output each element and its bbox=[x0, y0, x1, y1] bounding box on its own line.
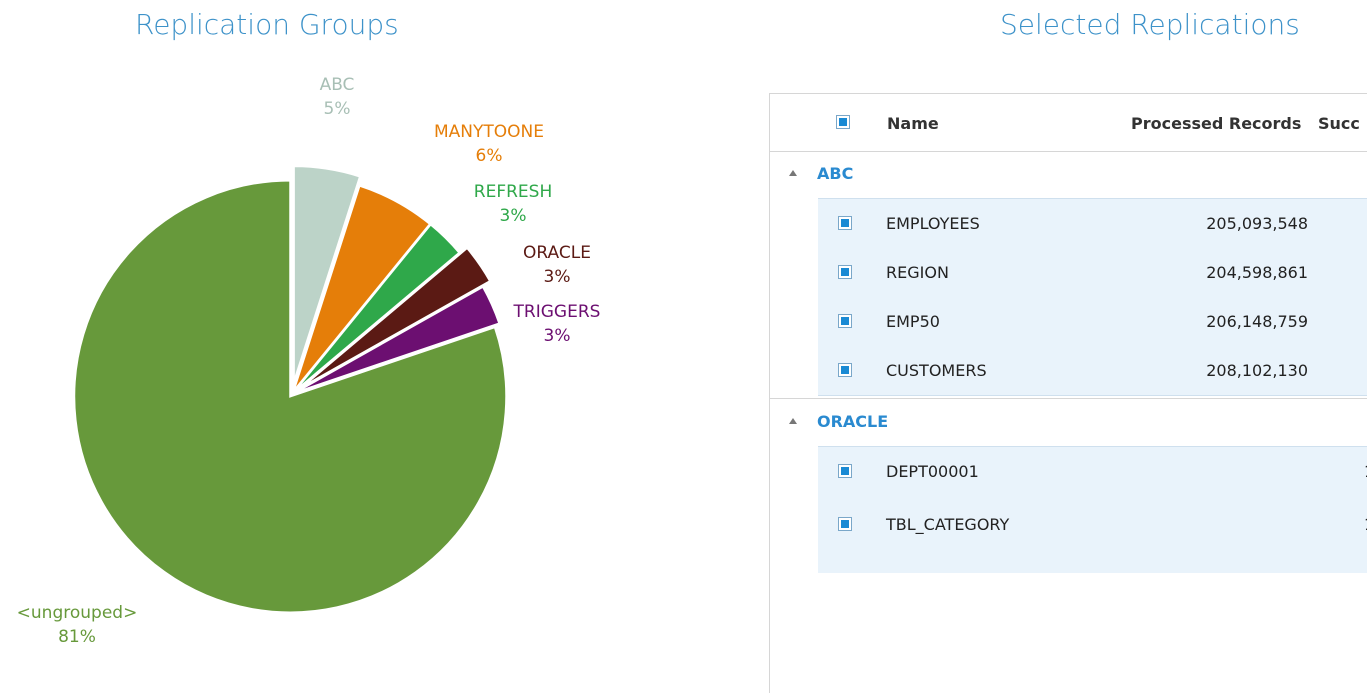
pie-label-name: ORACLE bbox=[523, 243, 591, 263]
pie-label-percent: 3% bbox=[544, 267, 571, 287]
table-row[interactable]: TBL_CATEGORY 1 bbox=[818, 500, 1367, 549]
row-processed-records: 204,598,861 bbox=[1206, 263, 1308, 282]
table-row[interactable]: REGION 204,598,861 bbox=[818, 248, 1367, 297]
pie-label-name: <ungrouped> bbox=[17, 603, 138, 623]
row-processed-records: 208,102,130 bbox=[1206, 361, 1308, 380]
row-name: REGION bbox=[886, 263, 949, 282]
row-processed-records: 206,148,759 bbox=[1206, 312, 1308, 331]
row-name: TBL_CATEGORY bbox=[886, 515, 1010, 534]
row-checkbox[interactable] bbox=[838, 216, 852, 230]
selected-replications-title: Selected Replications bbox=[1000, 8, 1300, 41]
table-row[interactable]: EMPLOYEES 205,093,548 bbox=[818, 199, 1367, 248]
replication-groups-pie-chart: ABC 5% MANYTOONE 6% REFRESH 3% ORACLE 3% TRIGGER… bbox=[17, 75, 601, 647]
column-header-name[interactable]: Name bbox=[887, 114, 939, 133]
table-row[interactable]: EMP50 206,148,759 bbox=[818, 297, 1367, 346]
column-header-processed-records[interactable]: Processed Records bbox=[1131, 114, 1301, 133]
table-row[interactable]: DEPT00001 1 bbox=[818, 447, 1367, 496]
pie-label-name: REFRESH bbox=[474, 182, 552, 202]
row-checkbox[interactable] bbox=[838, 265, 852, 279]
pie-label-percent: 81% bbox=[58, 627, 96, 647]
pie-label-percent: 3% bbox=[500, 206, 527, 226]
pie-label-percent: 3% bbox=[544, 326, 571, 346]
pie-label-name: ABC bbox=[320, 75, 355, 95]
row-checkbox[interactable] bbox=[838, 464, 852, 478]
column-header-succ[interactable]: Succ bbox=[1318, 114, 1360, 133]
collapse-triangle-icon[interactable] bbox=[789, 170, 797, 176]
row-name: EMPLOYEES bbox=[886, 214, 980, 233]
group-name: ABC bbox=[817, 164, 854, 183]
row-processed-records: 205,093,548 bbox=[1206, 214, 1308, 233]
row-name: EMP50 bbox=[886, 312, 940, 331]
pie-label-name: TRIGGERS bbox=[513, 302, 601, 322]
pie-label-percent: 6% bbox=[476, 146, 503, 166]
row-name: CUSTOMERS bbox=[886, 361, 987, 380]
group-body-abc: EMPLOYEES 205,093,548 REGION 204,598,861… bbox=[818, 198, 1367, 396]
pie-label-name: MANYTOONE bbox=[434, 122, 544, 142]
pie-label-percent: 5% bbox=[324, 99, 351, 119]
table-row[interactable]: CUSTOMERS 208,102,130 bbox=[818, 346, 1367, 395]
group-row-oracle[interactable]: ORACLE bbox=[770, 399, 1367, 445]
replications-grid: Name Processed Records Succ ABC EMPLOYEE… bbox=[769, 93, 1367, 693]
select-all-checkbox[interactable] bbox=[836, 115, 850, 129]
row-checkbox[interactable] bbox=[838, 517, 852, 531]
group-body-oracle: DEPT00001 1 TBL_CATEGORY 1 bbox=[818, 446, 1367, 573]
row-checkbox[interactable] bbox=[838, 314, 852, 328]
replication-groups-title: Replication Groups bbox=[135, 8, 399, 41]
collapse-triangle-icon[interactable] bbox=[789, 418, 797, 424]
group-row-abc[interactable]: ABC bbox=[770, 151, 1367, 197]
grid-header: Name Processed Records Succ bbox=[770, 94, 1367, 152]
row-checkbox[interactable] bbox=[838, 363, 852, 377]
group-name: ORACLE bbox=[817, 412, 889, 431]
row-name: DEPT00001 bbox=[886, 462, 979, 481]
